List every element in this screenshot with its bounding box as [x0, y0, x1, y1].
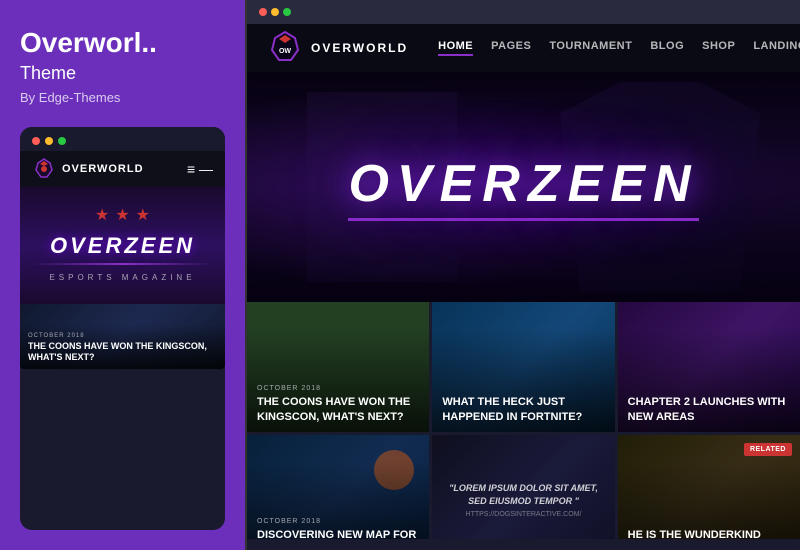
quote-text: "LOREM IPSUM DOLOR SIT AMET, SED EIUSMOD… [441, 482, 605, 507]
theme-author: By Edge-Themes [20, 90, 225, 105]
site-logo-icon: OW [267, 30, 303, 66]
news-card-quote[interactable]: "LOREM IPSUM DOLOR SIT AMET, SED EIUSMOD… [432, 435, 614, 539]
svg-text:OW: OW [279, 48, 291, 55]
dot-yellow [45, 137, 53, 145]
news-card-2-title: WHAT THE HECK JUST HAPPENED IN FORTNITE? [442, 395, 604, 424]
mobile-news-title: THE COONS HAVE WON THE KINGSCON, WHAT'S … [28, 341, 217, 363]
related-badge: RELATED [744, 443, 792, 456]
news-card-3-title: CHAPTER 2 LAUNCHES WITH NEW AREAS [628, 395, 790, 424]
mobile-overzeen-text: OVERZEEN [50, 233, 195, 259]
right-panel: OW OVERWORLD HOME PAGES TOURNAMENT BLOG … [245, 0, 800, 550]
news-card-5-content: HE IS THE WUNDERKIND DRAGONCHILD NEEDED [618, 520, 800, 539]
quote-url: HTTPS://DOGSINTERACTIVE.COM/ [441, 511, 605, 518]
dot-red [32, 137, 40, 145]
mobile-logo-icon [32, 157, 56, 181]
mobile-star-2: ★ [115, 205, 129, 225]
news-card-5-title: HE IS THE WUNDERKIND DRAGONCHILD NEEDED [628, 528, 790, 539]
mobile-esports-text: ESPORTS MAGAZINE [49, 273, 195, 282]
mobile-star-1: ★ [95, 205, 109, 225]
mobile-hero-divider [32, 263, 213, 265]
hero-title: OVERZEEN [348, 154, 698, 221]
mobile-menu-icon: ≡ — [187, 161, 213, 177]
nav-link-landing[interactable]: LANDING [753, 40, 800, 56]
mobile-news-card[interactable]: OCTOBER 2018 THE COONS HAVE WON THE KING… [20, 304, 225, 369]
nav-link-home[interactable]: HOME [438, 40, 473, 56]
website-container: OW OVERWORLD HOME PAGES TOURNAMENT BLOG … [247, 24, 800, 539]
news-card-1-title: THE COONS HAVE WON THE KINGSCON, WHAT'S … [257, 395, 419, 424]
mobile-hero: ★ ★ ★ OVERZEEN ESPORTS MAGAZINE [20, 187, 225, 304]
mobile-star-3: ★ [136, 205, 150, 225]
browser-dot-green [283, 8, 291, 16]
news-card-4[interactable]: OCTOBER 2018 DISCOVERING NEW MAP FOR SEA… [247, 435, 429, 539]
mobile-preview-card: OVERWORLD ≡ — ★ ★ ★ OVERZEEN ESPORTS MAG… [20, 127, 225, 530]
news-card-2[interactable]: WHAT THE HECK JUST HAPPENED IN FORTNITE? [432, 302, 614, 432]
site-hero: OVERZEEN [247, 72, 800, 302]
news-card-1[interactable]: OCTOBER 2018 THE COONS HAVE WON THE KING… [247, 302, 429, 432]
site-nav: OW OVERWORLD HOME PAGES TOURNAMENT BLOG … [247, 24, 800, 72]
site-nav-links: HOME PAGES TOURNAMENT BLOG SHOP LANDING [438, 40, 800, 56]
nav-link-blog[interactable]: BLOG [650, 40, 684, 56]
site-logo-area[interactable]: OW OVERWORLD [267, 30, 408, 66]
theme-title: Overworl.. [20, 28, 225, 59]
browser-dots [259, 8, 291, 16]
news-grid-row2: OCTOBER 2018 DISCOVERING NEW MAP FOR SEA… [247, 435, 800, 539]
browser-dot-red [259, 8, 267, 16]
browser-chrome [247, 0, 800, 24]
news-card-4-title: DISCOVERING NEW MAP FOR SEASON 11 [257, 528, 419, 539]
news-card-4-content: OCTOBER 2018 DISCOVERING NEW MAP FOR SEA… [247, 510, 429, 539]
news-card-3-content: CHAPTER 2 LAUNCHES WITH NEW AREAS [618, 387, 800, 432]
mobile-news-category: OCTOBER 2018 [28, 333, 217, 339]
news-grid-row1: OCTOBER 2018 THE COONS HAVE WON THE KING… [247, 302, 800, 432]
nav-link-pages[interactable]: PAGES [491, 40, 531, 56]
mobile-topbar [20, 127, 225, 151]
mobile-logo-text: OVERWORLD [62, 163, 144, 175]
dot-green [58, 137, 66, 145]
news-card-5[interactable]: HE IS THE WUNDERKIND DRAGONCHILD NEEDED … [618, 435, 800, 539]
theme-subtitle: Theme [20, 63, 225, 84]
mobile-nav: OVERWORLD ≡ — [20, 151, 225, 187]
news-card-2-content: WHAT THE HECK JUST HAPPENED IN FORTNITE? [432, 387, 614, 432]
mobile-logo-area: OVERWORLD [32, 157, 144, 181]
news-card-4-category: OCTOBER 2018 [257, 518, 419, 525]
nav-link-tournament[interactable]: TOURNAMENT [549, 40, 632, 56]
news-card-1-category: OCTOBER 2018 [257, 385, 419, 392]
quote-content: "LOREM IPSUM DOLOR SIT AMET, SED EIUSMOD… [441, 482, 605, 518]
mobile-news-overlay: OCTOBER 2018 THE COONS HAVE WON THE KING… [20, 329, 225, 369]
mobile-stars: ★ ★ ★ [95, 205, 150, 225]
news-card-1-content: OCTOBER 2018 THE COONS HAVE WON THE KING… [247, 377, 429, 432]
nav-link-shop[interactable]: SHOP [702, 40, 735, 56]
left-panel: Overworl.. Theme By Edge-Themes OVERWORL… [0, 0, 245, 550]
news-card-3[interactable]: CHAPTER 2 LAUNCHES WITH NEW AREAS [618, 302, 800, 432]
browser-dot-yellow [271, 8, 279, 16]
site-logo-text: OVERWORLD [311, 41, 408, 55]
